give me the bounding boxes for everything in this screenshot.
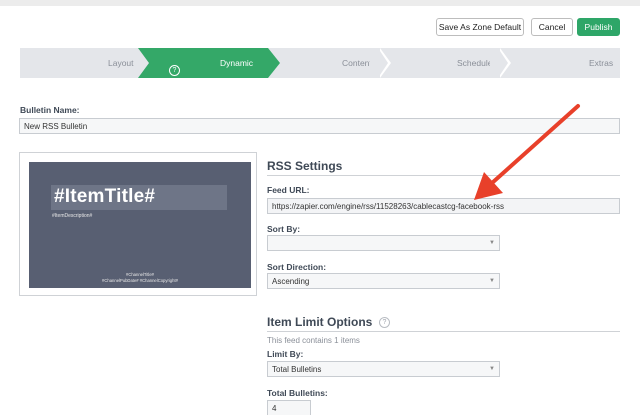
annotation-arrow-icon (474, 104, 580, 200)
annotation-arrow-line (490, 104, 580, 185)
